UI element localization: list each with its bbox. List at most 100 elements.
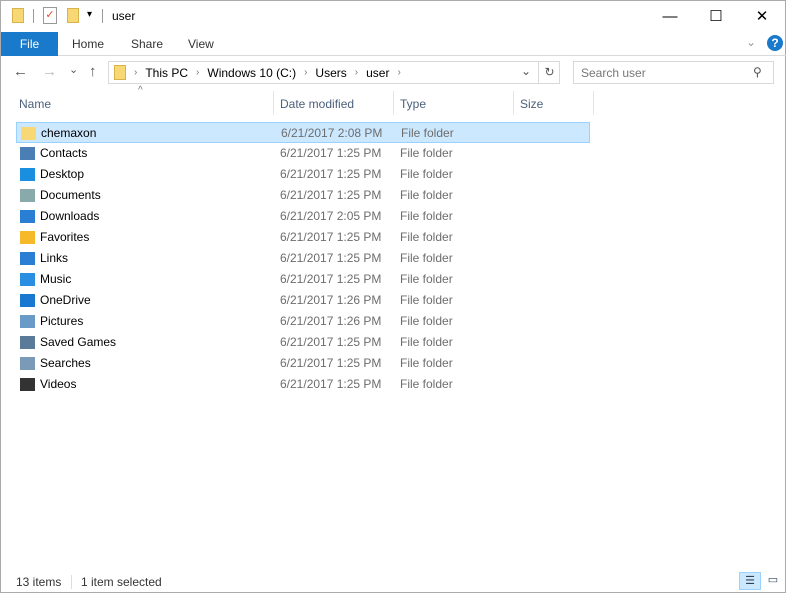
file-type: File folder [400, 188, 453, 202]
folder-icon [21, 127, 36, 140]
file-type: File folder [400, 209, 453, 223]
sort-ascending-icon: ^ [138, 85, 143, 96]
tab-share[interactable]: Share [117, 32, 177, 56]
file-type: File folder [401, 126, 454, 140]
pictures-icon [20, 315, 35, 328]
selection-status: 1 item selected [81, 575, 162, 589]
file-type: File folder [400, 356, 453, 370]
file-name: Downloads [40, 209, 100, 223]
file-name: Links [40, 251, 69, 265]
large-icons-view-button[interactable]: ▭ [763, 572, 783, 590]
title-bar: ✓ ▾ user — ☐ ✕ [1, 1, 786, 32]
file-name: Documents [40, 188, 101, 202]
file-row[interactable]: Saved Games 6/21/2017 1:25 PM File folde… [16, 332, 590, 353]
file-row[interactable]: Desktop 6/21/2017 1:25 PM File folder [16, 164, 590, 185]
file-date-modified: 6/21/2017 1:25 PM [280, 188, 382, 202]
breadcrumb-this-pc[interactable]: This PC [145, 66, 188, 80]
file-name: Music [40, 272, 72, 286]
file-type: File folder [400, 377, 453, 391]
file-date-modified: 6/21/2017 1:25 PM [280, 377, 382, 391]
file-date-modified: 6/21/2017 2:05 PM [280, 209, 382, 223]
file-date-modified: 6/21/2017 1:25 PM [280, 167, 382, 181]
file-type: File folder [400, 251, 453, 265]
forward-button[interactable]: → [42, 63, 57, 80]
column-header-name[interactable]: Name [19, 93, 51, 115]
column-header-size[interactable]: Size [520, 93, 543, 115]
column-header-date-modified[interactable]: Date modified [280, 93, 354, 115]
file-date-modified: 6/21/2017 1:26 PM [280, 314, 382, 328]
file-name: Contacts [40, 146, 88, 160]
file-type: File folder [400, 230, 453, 244]
address-dropdown-button[interactable]: ⌄ [521, 64, 531, 78]
file-date-modified: 6/21/2017 1:25 PM [280, 356, 382, 370]
folder-icon [12, 8, 24, 23]
folder-icon [114, 65, 126, 80]
expand-ribbon-icon[interactable]: ⌄ [746, 35, 756, 49]
file-row[interactable]: Music 6/21/2017 1:25 PM File folder [16, 269, 590, 290]
breadcrumb-drive[interactable]: Windows 10 (C:) [207, 66, 296, 80]
customize-quick-access-icon[interactable]: ▾ [87, 9, 92, 20]
file-row[interactable]: Videos 6/21/2017 1:25 PM File folder [16, 374, 590, 395]
back-button[interactable]: ← [13, 63, 28, 80]
divider [102, 9, 103, 23]
breadcrumb-user[interactable]: user [366, 66, 389, 80]
contacts-icon [20, 147, 35, 160]
new-folder-icon[interactable] [67, 8, 79, 23]
tab-home[interactable]: Home [58, 32, 118, 56]
help-icon[interactable]: ? [767, 35, 783, 51]
file-row[interactable]: chemaxon 6/21/2017 2:08 PM File folder [16, 122, 590, 143]
file-date-modified: 6/21/2017 1:25 PM [280, 335, 382, 349]
file-name: Searches [40, 356, 91, 370]
file-name: Videos [40, 377, 77, 391]
chevron-right-icon: › [134, 67, 138, 78]
file-type: File folder [400, 146, 453, 160]
column-divider[interactable] [393, 91, 394, 115]
file-type: File folder [400, 293, 453, 307]
tab-file[interactable]: File [1, 32, 58, 56]
up-button[interactable]: ↑ [89, 63, 97, 80]
column-divider[interactable] [513, 91, 514, 115]
favorites-icon [20, 231, 35, 244]
file-row[interactable]: Searches 6/21/2017 1:25 PM File folder [16, 353, 590, 374]
file-row[interactable]: Favorites 6/21/2017 1:25 PM File folder [16, 227, 590, 248]
downloads-icon [20, 210, 35, 223]
column-divider[interactable] [273, 91, 274, 115]
chevron-right-icon: › [196, 67, 200, 78]
file-row[interactable]: Downloads 6/21/2017 2:05 PM File folder [16, 206, 590, 227]
file-date-modified: 6/21/2017 1:25 PM [280, 251, 382, 265]
file-name: chemaxon [41, 126, 97, 140]
tab-view[interactable]: View [174, 32, 228, 56]
music-icon [20, 273, 35, 286]
videos-icon [20, 378, 35, 391]
recent-locations-button[interactable]: ⌄ [69, 63, 78, 76]
file-type: File folder [400, 314, 453, 328]
breadcrumb-users[interactable]: Users [315, 66, 346, 80]
file-row[interactable]: Links 6/21/2017 1:25 PM File folder [16, 248, 590, 269]
column-divider[interactable] [593, 91, 594, 115]
file-date-modified: 6/21/2017 1:25 PM [280, 272, 382, 286]
file-name: Pictures [40, 314, 84, 328]
column-header-type[interactable]: Type [400, 93, 426, 115]
file-row[interactable]: OneDrive 6/21/2017 1:26 PM File folder [16, 290, 590, 311]
refresh-button[interactable]: ↻ [538, 62, 560, 83]
file-row[interactable]: Documents 6/21/2017 1:25 PM File folder [16, 185, 590, 206]
file-date-modified: 6/21/2017 2:08 PM [281, 126, 383, 140]
file-row[interactable]: Contacts 6/21/2017 1:25 PM File folder [16, 143, 590, 164]
maximize-button[interactable]: ☐ [693, 1, 739, 31]
close-button[interactable]: ✕ [739, 1, 785, 31]
properties-icon[interactable]: ✓ [43, 7, 57, 24]
divider [33, 9, 34, 23]
chevron-right-icon: › [304, 67, 308, 78]
documents-icon [20, 189, 35, 202]
file-name: OneDrive [40, 293, 91, 307]
details-view-button[interactable]: ☰ [739, 572, 761, 590]
file-type: File folder [400, 167, 453, 181]
file-name: Desktop [40, 167, 85, 181]
file-row[interactable]: Pictures 6/21/2017 1:26 PM File folder [16, 311, 590, 332]
search-input[interactable]: Search user [573, 61, 774, 84]
file-date-modified: 6/21/2017 1:25 PM [280, 146, 382, 160]
ribbon: File Home Share View ⌄ ? [1, 32, 786, 56]
address-bar[interactable]: › This PC › Windows 10 (C:) › Users › us… [108, 61, 560, 84]
minimize-button[interactable]: — [647, 1, 693, 31]
file-date-modified: 6/21/2017 1:26 PM [280, 293, 382, 307]
